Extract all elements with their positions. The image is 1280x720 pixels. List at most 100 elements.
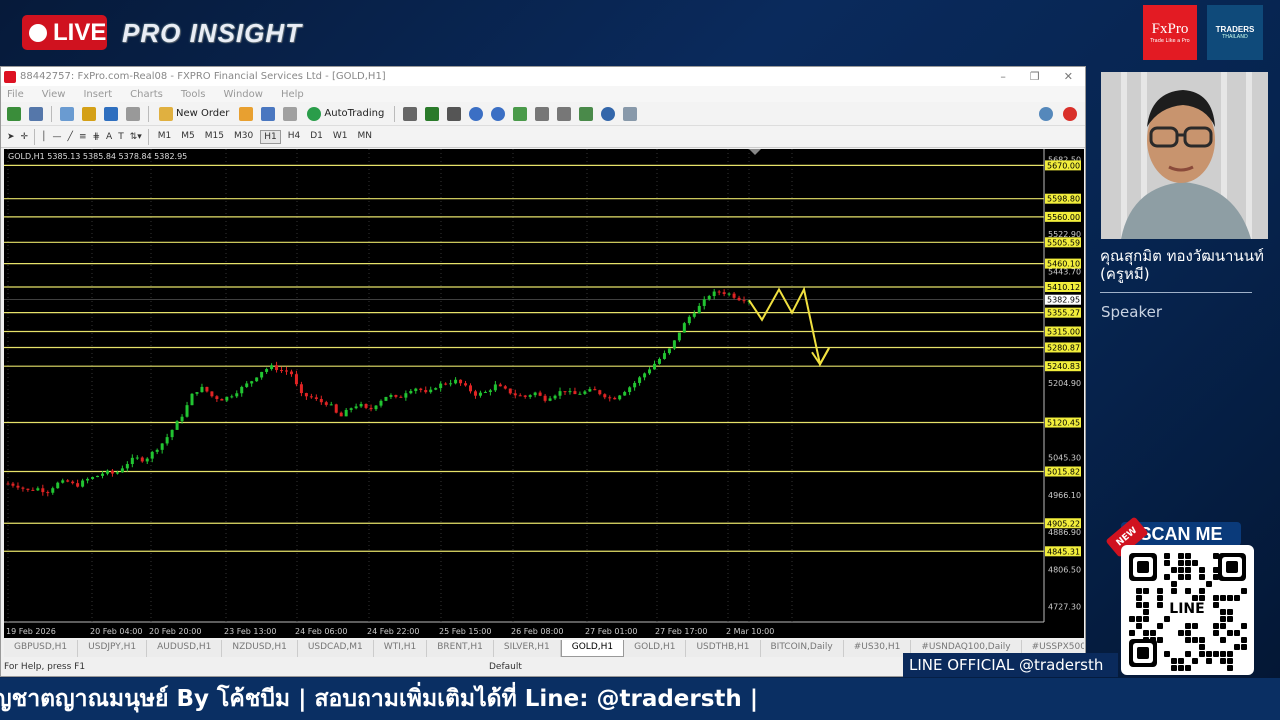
chart-canvas[interactable]: 19 Feb 2026 20 Feb 04:00 20 Feb 20:00 23 Fe…	[4, 149, 1084, 638]
qr-module	[1171, 588, 1177, 594]
level-label: 5560.00	[1047, 213, 1080, 222]
level-label: 5598.80	[1047, 195, 1080, 204]
symbol-tab[interactable]: USDCAD,M1	[298, 640, 374, 657]
zoom-out-icon[interactable]	[491, 106, 506, 121]
timeframe-d1[interactable]: D1	[307, 130, 326, 144]
restore-icon[interactable]: ❐	[1030, 70, 1040, 83]
qr-module	[1143, 609, 1149, 615]
timeframe-mn[interactable]: MN	[354, 130, 375, 144]
arrows-icon[interactable]: ⇅▾	[130, 132, 142, 142]
bar-chart-icon[interactable]	[403, 106, 418, 121]
autoscroll-icon[interactable]	[557, 106, 572, 121]
navigator-icon[interactable]	[82, 106, 96, 121]
periods-icon[interactable]	[601, 106, 616, 121]
menu-item-file[interactable]: File	[7, 89, 24, 100]
minimize-icon[interactable]: –	[1000, 70, 1006, 83]
forecast-drawing	[748, 286, 830, 368]
symbol-tab[interactable]: GOLD,H1	[560, 640, 625, 657]
symbol-tab[interactable]: WTI,H1	[374, 640, 428, 657]
window-titlebar[interactable]: 88442757: FxPro.com-Real08 - FXPRO Finan…	[1, 67, 1085, 86]
drawing-toolbar: ➤ ✛ │ — ╱ ≡ ⋕ A T ⇅▾ M1 M5 M15 M30 H1 H4 D1 W1 M…	[1, 126, 1085, 148]
line-chart-icon[interactable]	[447, 106, 462, 121]
expert-advisor-icon[interactable]	[261, 106, 276, 121]
timeframe-m15[interactable]: M15	[202, 130, 227, 144]
candle-body	[145, 458, 149, 462]
symbol-tab[interactable]: GOLD,H1	[624, 640, 687, 657]
signals-icon[interactable]	[283, 106, 298, 121]
profiles-icon[interactable]	[29, 106, 43, 121]
qr-module	[1220, 658, 1226, 664]
symbol-tab[interactable]: USDJPY,H1	[78, 640, 148, 657]
candle-body	[255, 377, 259, 382]
qr-module	[1171, 658, 1177, 664]
menu-item-window[interactable]: Window	[224, 89, 263, 100]
chart-shift-icon[interactable]	[535, 106, 550, 121]
cursor-icon[interactable]: ➤	[7, 132, 15, 142]
qr-module	[1185, 630, 1191, 636]
menu-item-view[interactable]: View	[42, 89, 66, 100]
tile-windows-icon[interactable]	[513, 106, 528, 121]
window-title: 88442757: FxPro.com-Real08 - FXPRO Finan…	[20, 71, 386, 82]
menu-item-charts[interactable]: Charts	[130, 89, 163, 100]
candle-body	[563, 391, 567, 393]
notification-icon[interactable]	[1063, 106, 1077, 121]
horizontal-line-icon[interactable]: —	[53, 132, 62, 142]
crosshair-icon[interactable]: ✛	[21, 132, 29, 142]
menu-item-insert[interactable]: Insert	[83, 89, 112, 100]
candle-body	[454, 379, 458, 384]
trendline-icon[interactable]: ╱	[68, 132, 73, 142]
symbol-tab[interactable]: NZDUSD,H1	[222, 640, 298, 657]
candle-body	[185, 405, 189, 417]
candle-body	[309, 396, 313, 398]
candle-body	[478, 392, 482, 396]
symbol-tab[interactable]: BRENT,H1	[427, 640, 494, 657]
close-icon[interactable]: ✕	[1064, 70, 1073, 83]
vertical-line-icon[interactable]: │	[41, 132, 46, 142]
timeframe-h1[interactable]: H1	[260, 129, 281, 144]
candlestick-icon[interactable]	[425, 106, 440, 121]
strategy-tester-icon[interactable]	[126, 106, 140, 121]
candle-body	[707, 296, 711, 300]
metaeditor-icon[interactable]	[239, 106, 254, 121]
qr-module	[1150, 630, 1156, 636]
speaker-name: คุณสุกมิต ทองวัฒนานนท์ (ครูหมี)	[1100, 247, 1264, 283]
terminal-icon[interactable]	[104, 106, 118, 121]
show-title: PRO INSIGHT	[122, 18, 303, 48]
zoom-in-icon[interactable]	[469, 106, 484, 121]
new-chart-icon[interactable]	[7, 106, 21, 121]
text-label-icon[interactable]: T	[118, 132, 124, 142]
symbol-tab[interactable]: GBPUSD,H1	[4, 640, 79, 657]
timeframe-w1[interactable]: W1	[330, 130, 351, 144]
symbol-tab[interactable]: SILVER,H1	[494, 640, 561, 657]
search-icon[interactable]	[1039, 106, 1053, 121]
timeframe-m30[interactable]: M30	[231, 130, 256, 144]
channel-icon[interactable]: ≡	[79, 132, 87, 142]
price-chart[interactable]: 19 Feb 2026 20 Feb 04:00 20 Feb 20:00 23 Fe…	[4, 149, 1084, 638]
qr-code[interactable]: LINE	[1121, 545, 1254, 675]
line-official-label: LINE OFFICIAL @tradersth	[903, 653, 1118, 677]
templates-icon[interactable]	[623, 106, 638, 121]
fibonacci-icon[interactable]: ⋕	[92, 132, 100, 142]
candle-body	[6, 483, 10, 485]
candle-body	[324, 402, 328, 405]
candle-body	[235, 393, 239, 397]
candle-body	[36, 488, 40, 491]
menu-item-help[interactable]: Help	[281, 89, 304, 100]
symbol-tab[interactable]: #US30,H1	[844, 640, 912, 657]
timeframe-m1[interactable]: M1	[155, 130, 175, 144]
candle-body	[120, 468, 124, 473]
timeframe-h4[interactable]: H4	[285, 130, 304, 144]
timeframe-m5[interactable]: M5	[178, 130, 198, 144]
candle-body	[677, 332, 681, 341]
new-order-button[interactable]: New Order	[157, 104, 231, 124]
autotrading-button[interactable]: AutoTrading	[305, 104, 386, 124]
indicators-icon[interactable]	[579, 106, 594, 121]
symbol-tab[interactable]: AUDUSD,H1	[147, 640, 223, 657]
menu-item-tools[interactable]: Tools	[181, 89, 206, 100]
symbol-tab[interactable]: BITCOIN,Daily	[761, 640, 844, 657]
candle-body	[205, 386, 209, 392]
symbol-tab[interactable]: USDTHB,H1	[686, 640, 761, 657]
qr-module	[1192, 623, 1198, 629]
text-icon[interactable]: A	[106, 132, 112, 142]
market-watch-icon[interactable]	[60, 106, 74, 121]
